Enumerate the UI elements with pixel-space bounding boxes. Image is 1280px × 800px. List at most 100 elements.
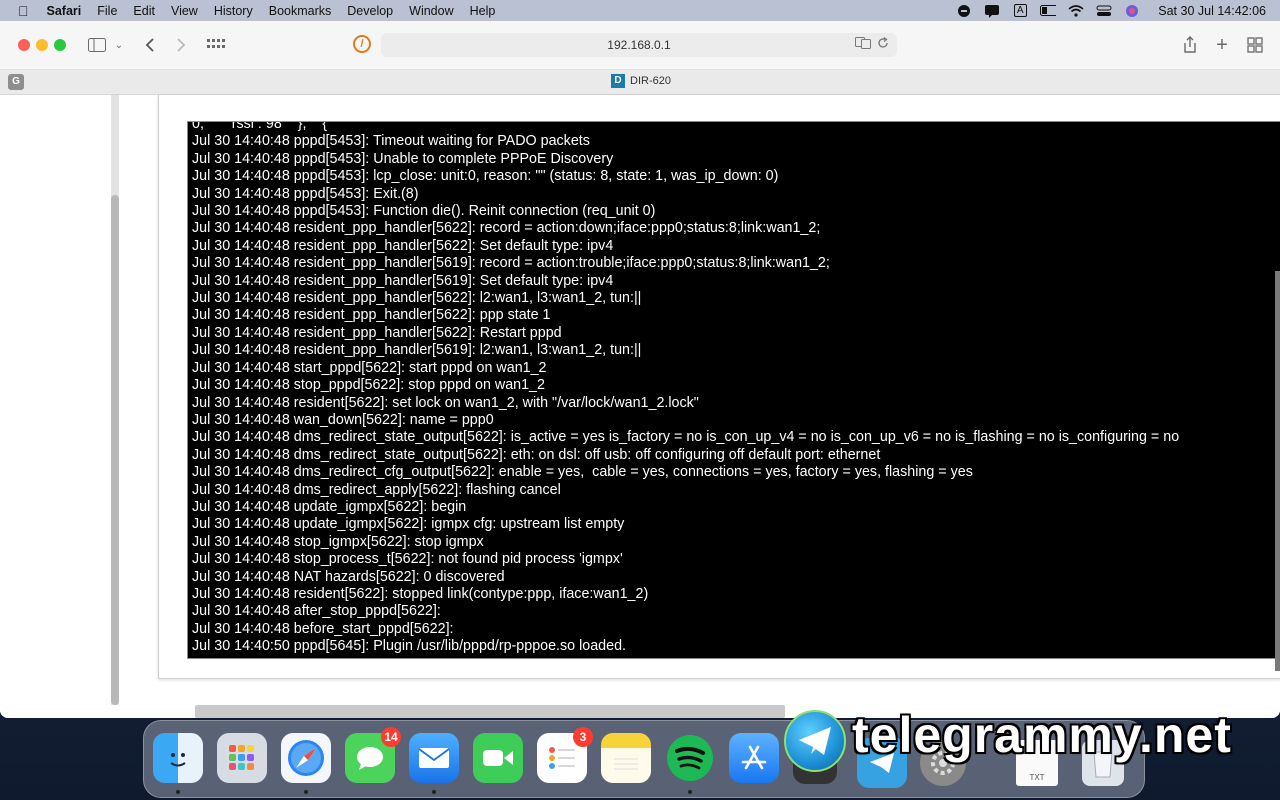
log-line: Jul 30 14:40:48 before_start_pppd[5622]: — [192, 620, 454, 637]
safari-running-indicator — [304, 790, 308, 794]
dock-safari-icon[interactable] — [281, 733, 331, 783]
show-all-tabs-icon[interactable] — [1246, 33, 1264, 57]
back-button[interactable] — [142, 33, 158, 57]
horizontal-scrollbar[interactable] — [195, 705, 785, 718]
battery-icon[interactable] — [1040, 4, 1057, 18]
privacy-report-icon[interactable]: / — [353, 35, 371, 53]
log-line: Jul 30 14:40:48 pppd[5453]: Timeout wait… — [192, 133, 590, 150]
menu-history[interactable]: History — [206, 4, 261, 18]
share-icon[interactable] — [1181, 33, 1199, 57]
spotify-running-indicator — [688, 790, 692, 794]
log-line: Jul 30 14:40:48 resident_ppp_handler[562… — [192, 324, 562, 341]
close-window-button[interactable] — [18, 39, 30, 51]
log-line: Jul 30 14:40:48 dms_redirect_apply[5622]… — [192, 481, 561, 498]
forward-button[interactable] — [173, 33, 189, 57]
notification-icon[interactable] — [984, 4, 1000, 18]
log-line: Jul 30 14:40:48 resident_ppp_handler[562… — [192, 290, 642, 307]
system-log-view[interactable]: 0, rssi : 98 }, {Jul 30 14:40:48 pppd[54… — [187, 121, 1280, 659]
minimize-window-button[interactable] — [36, 39, 48, 51]
input-source-label: A — [1013, 4, 1027, 17]
messages-badge: 14 — [381, 727, 401, 747]
mail-running-indicator — [432, 790, 436, 794]
log-line: Jul 30 14:40:48 NAT hazards[5622]: 0 dis… — [192, 568, 505, 585]
log-line: Jul 30 14:40:48 resident_ppp_handler[561… — [192, 272, 614, 289]
translate-icon[interactable] — [855, 37, 871, 52]
log-line: Jul 30 14:40:48 pppd[5453]: Unable to co… — [192, 150, 614, 167]
dock-app-store-icon[interactable] — [729, 733, 779, 783]
tab-group-icon[interactable]: G — [8, 74, 24, 90]
log-line: Jul 30 14:40:48 dms_redirect_cfg_output[… — [192, 464, 973, 481]
log-line: 0, rssi : 98 }, { — [192, 121, 328, 132]
left-scrollbar-thumb[interactable] — [111, 195, 119, 705]
log-line: Jul 30 14:40:48 resident_ppp_handler[562… — [192, 237, 614, 254]
reload-icon[interactable] — [877, 36, 889, 52]
sidebar-toggle-icon[interactable] — [86, 33, 108, 57]
dock-finder-icon[interactable] — [153, 733, 203, 783]
dock-notes-icon[interactable] — [601, 733, 651, 783]
finder-running-indicator — [176, 790, 180, 794]
txt-file-label: TXT — [1029, 773, 1045, 782]
dock-facetime-icon[interactable] — [473, 733, 523, 783]
dlink-favicon-icon: D — [611, 74, 625, 88]
log-line: Jul 30 14:40:48 pppd[5453]: Exit.(8) — [192, 185, 419, 202]
tab-overview-grid-icon[interactable] — [206, 33, 226, 57]
log-line: Jul 30 14:40:48 resident_ppp_handler[561… — [192, 255, 830, 272]
tab-dir-620[interactable]: D DIR-620 — [611, 74, 671, 88]
log-line: Jul 30 14:40:48 dms_redirect_state_outpu… — [192, 446, 881, 463]
menu-bar:  Safari File Edit View History Bookmark… — [0, 0, 1280, 21]
dock-mail-icon[interactable] — [409, 733, 459, 783]
dock-spotify-icon[interactable] — [665, 733, 715, 783]
menu-bookmarks[interactable]: Bookmarks — [261, 4, 340, 18]
log-line: Jul 30 14:40:48 after_stop_pppd[5622]: — [192, 603, 441, 620]
telegram-logo-icon — [784, 710, 846, 772]
watermark-text: telegrammy.net — [852, 707, 1232, 763]
log-line: Jul 30 14:40:48 update_igmpx[5622]: igmp… — [192, 516, 625, 533]
menu-file[interactable]: File — [89, 4, 125, 18]
address-bar[interactable]: / 192.168.0.1 — [353, 33, 897, 57]
menubar-clock[interactable]: Sat 30 Jul 14:42:06 — [1152, 4, 1266, 18]
chevron-down-icon[interactable]: ⌄ — [113, 33, 125, 57]
right-scrollbar[interactable] — [1275, 271, 1280, 671]
log-line: Jul 30 14:40:50 pppd[5645]: Plugin /usr/… — [192, 638, 626, 655]
log-line: Jul 30 14:40:48 stop_process_t[5622]: no… — [192, 551, 623, 568]
log-line: Jul 30 14:40:48 pppd[5453]: lcp_close: u… — [192, 168, 779, 185]
log-line: Jul 30 14:40:48 resident[5622]: set lock… — [192, 394, 699, 411]
dock-launchpad-icon[interactable] — [217, 733, 267, 783]
log-line: Jul 30 14:40:48 start_pppd[5622]: start … — [192, 359, 547, 376]
address-text[interactable]: 192.168.0.1 — [607, 38, 670, 52]
apple-menu-icon[interactable]:  — [0, 3, 39, 19]
log-line: Jul 30 14:40:48 stop_pppd[5622]: stop pp… — [192, 377, 545, 394]
log-line: Jul 30 14:40:48 pppd[5453]: Function die… — [192, 203, 656, 220]
control-center-icon[interactable] — [1096, 4, 1112, 18]
menu-window[interactable]: Window — [401, 4, 461, 18]
fullscreen-window-button[interactable] — [54, 39, 66, 51]
page-content: 0, rssi : 98 }, {Jul 30 14:40:48 pppd[54… — [0, 95, 1280, 718]
log-line: Jul 30 14:40:48 resident_ppp_handler[562… — [192, 307, 551, 324]
menu-develop[interactable]: Develop — [339, 4, 401, 18]
reminders-badge: 3 — [573, 727, 593, 747]
input-source-icon[interactable]: A — [1012, 4, 1028, 18]
menu-view[interactable]: View — [163, 4, 206, 18]
menu-help[interactable]: Help — [462, 4, 504, 18]
log-line: Jul 30 14:40:48 stop_igmpx[5622]: stop i… — [192, 533, 484, 550]
log-line: Jul 30 14:40:48 resident_ppp_handler[562… — [192, 220, 821, 237]
browser-toolbar: ⌄ / 192.168.0.1 + — [0, 21, 1280, 70]
log-line: Jul 30 14:40:48 resident[5622]: stopped … — [192, 585, 649, 602]
log-line: Jul 30 14:40:48 dms_redirect_state_outpu… — [192, 429, 1180, 446]
log-line: Jul 30 14:40:48 resident_ppp_handler[561… — [192, 342, 642, 359]
menu-app-name[interactable]: Safari — [39, 4, 90, 18]
log-line: Jul 30 14:40:48 update_igmpx[5622]: begi… — [192, 498, 467, 515]
menu-edit[interactable]: Edit — [125, 4, 163, 18]
safari-window: ⌄ / 192.168.0.1 + G D DIR-620 0, rssi: … — [0, 21, 1280, 718]
vpn-status-icon[interactable] — [956, 4, 972, 18]
dock-messages-icon[interactable]: 14 — [345, 727, 401, 783]
tab-bar: G D DIR-620 — [0, 70, 1280, 95]
tab-title: DIR-620 — [630, 75, 671, 87]
siri-icon[interactable] — [1124, 4, 1140, 18]
new-tab-icon[interactable]: + — [1213, 33, 1231, 57]
log-lines: 0, rssi : 98 }, {Jul 30 14:40:48 pppd[54… — [192, 121, 1180, 656]
left-scrollbar[interactable] — [111, 95, 119, 705]
wifi-icon[interactable] — [1068, 4, 1084, 18]
dock-reminders-icon[interactable]: 3 — [537, 727, 593, 783]
log-line: Jul 30 14:40:48 wan_down[5622]: name = p… — [192, 411, 494, 428]
